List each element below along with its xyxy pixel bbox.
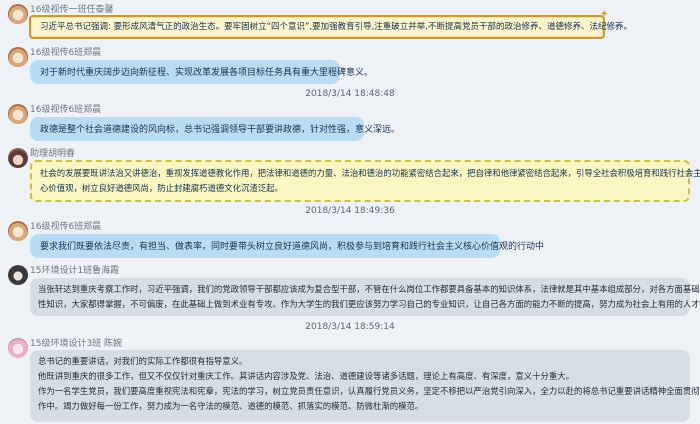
timestamp: 2018/3/14 18:48:48 [305, 89, 395, 99]
avatar[interactable] [8, 4, 28, 24]
sender-name: 16级视传6班郑晨 [30, 48, 102, 58]
message-text: 习近平总书记强调: 要形成风清气正的政治生态。要牢固树立“四个意识”,要加强教育… [40, 22, 632, 32]
sender-name: 15级环境设计3班 陈婉 [30, 339, 123, 349]
message-text: 要求我们既要依法尽责，有担当、做表率，同时要带头树立良好道德风尚，积极参与到培育… [40, 242, 545, 252]
message-text: 心价值观，树立良好道德风尚，防止封建腐朽道德文化沉渣泛起。 [40, 183, 283, 193]
message-text: 作中。竭力做好每一份工作，努力成为一名守法的模范、道德的模范、抓落实的模范、防微… [38, 401, 424, 411]
avatar[interactable] [8, 104, 28, 124]
avatar[interactable] [8, 148, 28, 168]
timestamp: 2018/3/14 18:59:14 [305, 322, 395, 332]
timestamp: 2018/3/14 18:49:36 [305, 206, 395, 216]
sender-name: 助理胡明春 [30, 149, 76, 159]
message-bubble[interactable]: 习近平总书记强调: 要形成风清气正的政治生态。要牢固树立“四个意识”,要加强教育… [29, 15, 632, 39]
message-text: 当张轩达到重庆考察工作时，习近平强调，我们的党政领导干部都应该成为复合型干部，不… [38, 284, 700, 294]
avatar[interactable] [8, 221, 28, 241]
message-bubble[interactable]: 总书记的重要讲话，对我们的实际工作都很有指导意义。 他既讲到重庆的很多工作，但又… [30, 350, 700, 422]
message-text: 政德是整个社会道德建设的风向标，总书记强调领导干部要讲政德，针对性强，意义深远。 [40, 125, 401, 135]
sender-name: 16级视传6班郑晨 [30, 222, 102, 232]
message-text: 总书记的重要讲话，对我们的实际工作都很有指导意义。 [38, 356, 248, 366]
sender-name: 15环境设计1班鲁海霞 [30, 266, 120, 276]
sender-name: 16级视传一班任泰馨 [30, 5, 114, 15]
message-text: 作为一名学生党员，我们要高度重视宪法和宪章，宪法的学习，树立党员责任意识，认真履… [38, 386, 700, 396]
avatar[interactable] [8, 338, 28, 358]
message-bubble[interactable]: 要求我们既要依法尽责，有担当、做表率，同时要带头树立良好道德风尚，积极参与到培育… [30, 234, 545, 258]
message-bubble[interactable]: 对于新时代重庆阔步迈向新征程、实现改革发展各项目标任务具有重大里程碑意义。 [30, 60, 374, 84]
message-text: 社会的发展要既讲法治又讲德治，重视发挥道德教化作用，把法律和道德的力量、法治和德… [40, 168, 700, 178]
message-bubble[interactable]: 政德是整个社会道德建设的风向标，总书记强调领导干部要讲政德，针对性强，意义深远。 [30, 117, 401, 141]
corner-ornament-icon: ✦ [600, 9, 609, 20]
message-text: 性知识，大家都得掌握，不可偏废，在此基础上做到术业有专攻。作为大学生的我们更应该… [38, 299, 700, 309]
message-text: 对于新时代重庆阔步迈向新征程、实现改革发展各项目标任务具有重大里程碑意义。 [40, 68, 374, 78]
message-text: 他既讲到重庆的很多工作，但又不仅仅针对重庆工作。其讲话内容涉及党、法治、道德建设… [38, 371, 574, 381]
sender-name: 16级视传6班郑晨 [30, 105, 102, 115]
avatar[interactable] [8, 265, 28, 285]
avatar[interactable] [8, 47, 28, 67]
message-bubble[interactable]: 当张轩达到重庆考察工作时，习近平强调，我们的党政领导干部都应该成为复合型干部，不… [30, 278, 700, 316]
message-bubble[interactable]: 社会的发展要既讲法治又讲德治，重视发挥道德教化作用，把法律和道德的力量、法治和德… [30, 160, 700, 202]
